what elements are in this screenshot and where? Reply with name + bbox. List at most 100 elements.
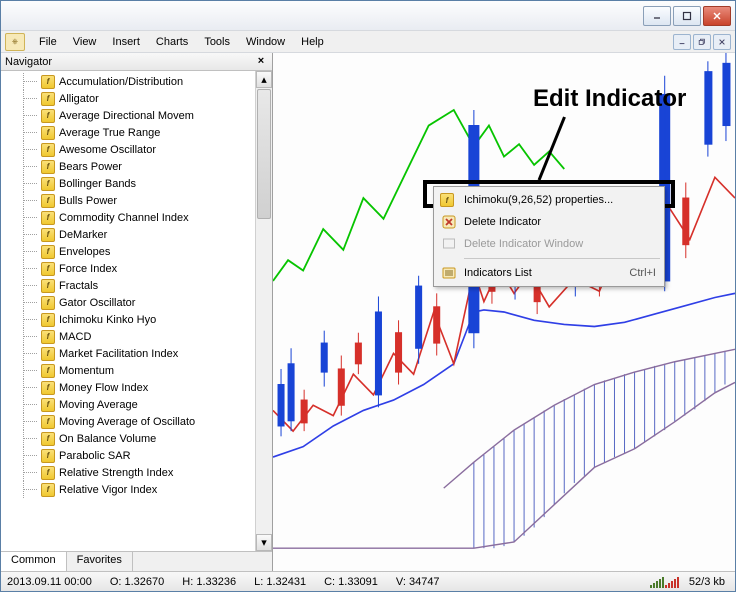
indicator-item[interactable]: f Ichimoku Kinko Hyo — [1, 311, 255, 328]
maximize-button[interactable] — [673, 6, 701, 26]
menu-item-delete-indicator[interactable]: Delete Indicator — [436, 211, 662, 233]
menubar: ⎈ File View Insert Charts Tools Window H… — [1, 31, 735, 53]
indicator-item[interactable]: f Bulls Power — [1, 192, 255, 209]
menu-item-delete-window: Delete Indicator Window — [436, 233, 662, 255]
mdi-restore-button[interactable] — [693, 34, 711, 50]
menu-charts[interactable]: Charts — [148, 34, 196, 50]
function-icon: f — [41, 449, 55, 463]
indicator-item[interactable]: fOn Balance Volume — [1, 430, 255, 447]
function-icon: f — [41, 466, 55, 480]
status-open: O: 1.32670 — [110, 576, 164, 588]
titlebar — [1, 1, 735, 31]
indicator-item[interactable]: fAverage True Range — [1, 124, 255, 141]
indicator-item[interactable]: f Moving Average of Oscillato — [1, 413, 255, 430]
indicator-label: Parabolic SAR — [59, 450, 131, 462]
properties-icon: f — [440, 192, 458, 208]
indicator-label: Envelopes — [59, 246, 110, 258]
function-icon: f — [41, 92, 55, 106]
app-window: ⎈ File View Insert Charts Tools Window H… — [0, 0, 736, 592]
delete-icon — [440, 214, 458, 230]
indicator-label: Ichimoku Kinko Hyo — [59, 314, 156, 326]
menu-file[interactable]: File — [31, 34, 65, 50]
indicator-label: Force Index — [59, 263, 117, 275]
indicator-item[interactable]: f Parabolic SAR — [1, 447, 255, 464]
function-icon: f — [41, 228, 55, 242]
app-icon: ⎈ — [5, 33, 25, 51]
tab-common[interactable]: Common — [1, 552, 67, 571]
menu-item-label: Indicators List — [464, 267, 629, 279]
indicator-label: MACD — [59, 331, 91, 343]
function-icon: f — [41, 347, 55, 361]
indicator-item[interactable]: fRelative Strength Index — [1, 464, 255, 481]
navigator-close-button[interactable]: × — [254, 55, 268, 69]
indicator-item[interactable]: f Bollinger Bands — [1, 175, 255, 192]
function-icon: f — [41, 313, 55, 327]
navigator-header: Navigator × — [1, 53, 272, 71]
menu-help[interactable]: Help — [293, 34, 332, 50]
indicator-item[interactable]: f DeMarker — [1, 226, 255, 243]
menu-window[interactable]: Window — [238, 34, 293, 50]
indicator-item[interactable]: f Alligator — [1, 90, 255, 107]
function-icon: f — [41, 398, 55, 412]
indicator-item[interactable]: fCommodity Channel Index — [1, 209, 255, 226]
indicator-label: Awesome Oscillator — [59, 144, 156, 156]
close-button[interactable] — [703, 6, 731, 26]
tab-favorites[interactable]: Favorites — [67, 552, 133, 571]
navigator-tabs: Common Favorites — [1, 551, 272, 571]
indicator-item[interactable]: fAwesome Oscillator — [1, 141, 255, 158]
indicator-item[interactable]: fAccumulation/Distribution — [1, 73, 255, 90]
status-close: C: 1.33091 — [324, 576, 378, 588]
navigator-tree[interactable]: fAccumulation/DistributionfAlligatorfAve… — [1, 71, 255, 551]
content: Navigator × fAccumulation/DistributionfA… — [1, 53, 735, 571]
menu-view[interactable]: View — [65, 34, 105, 50]
indicator-item[interactable]: fRelative Vigor Index — [1, 481, 255, 498]
navigator-scrollbar[interactable]: ▴ ▾ — [255, 71, 272, 551]
indicator-item[interactable]: fMACD — [1, 328, 255, 345]
context-menu: f Ichimoku(9,26,52) properties... Delete… — [433, 186, 665, 287]
indicator-item[interactable]: fBears Power — [1, 158, 255, 175]
function-icon: f — [41, 415, 55, 429]
scroll-down-button[interactable]: ▾ — [256, 534, 272, 551]
menu-tools[interactable]: Tools — [196, 34, 238, 50]
indicator-item[interactable]: f Fractals — [1, 277, 255, 294]
indicator-label: Bollinger Bands — [59, 178, 136, 190]
function-icon: f — [41, 194, 55, 208]
function-icon: f — [41, 109, 55, 123]
indicator-label: DeMarker — [59, 229, 107, 241]
menu-item-indicators-list[interactable]: Indicators List Ctrl+I — [436, 262, 662, 284]
indicator-label: On Balance Volume — [59, 433, 156, 445]
function-icon: f — [41, 279, 55, 293]
function-icon: f — [41, 381, 55, 395]
menu-item-properties[interactable]: f Ichimoku(9,26,52) properties... — [436, 189, 662, 211]
chart-svg — [273, 53, 735, 571]
scroll-thumb[interactable] — [257, 89, 271, 219]
menu-insert[interactable]: Insert — [104, 34, 148, 50]
function-icon: f — [41, 296, 55, 310]
indicator-item[interactable]: fMarket Facilitation Index — [1, 345, 255, 362]
mdi-close-button[interactable] — [713, 34, 731, 50]
indicator-item[interactable]: fAverage Directional Movem — [1, 107, 255, 124]
navigator-panel: Navigator × fAccumulation/DistributionfA… — [1, 53, 273, 571]
indicator-item[interactable]: f Gator Oscillator — [1, 294, 255, 311]
indicator-label: Accumulation/Distribution — [59, 76, 183, 88]
indicator-label: Alligator — [59, 93, 99, 105]
chart-area[interactable]: Edit Indicator f Ichimoku(9,26,52) prope… — [273, 53, 735, 571]
indicator-label: Bulls Power — [59, 195, 117, 207]
indicator-label: Fractals — [59, 280, 98, 292]
menu-item-shortcut: Ctrl+I — [629, 267, 656, 279]
indicator-label: Moving Average of Oscillato — [59, 416, 195, 428]
indicator-label: Commodity Channel Index — [59, 212, 189, 224]
function-icon: f — [41, 177, 55, 191]
indicator-item[interactable]: fEnvelopes — [1, 243, 255, 260]
menu-item-label: Delete Indicator — [464, 216, 656, 228]
indicator-label: Gator Oscillator — [59, 297, 135, 309]
indicator-label: Momentum — [59, 365, 114, 377]
minimize-button[interactable] — [643, 6, 671, 26]
scroll-up-button[interactable]: ▴ — [256, 71, 272, 88]
indicator-item[interactable]: f Force Index — [1, 260, 255, 277]
mdi-minimize-button[interactable] — [673, 34, 691, 50]
function-icon: f — [41, 262, 55, 276]
indicator-item[interactable]: fMoney Flow Index — [1, 379, 255, 396]
indicator-item[interactable]: fMoving Average — [1, 396, 255, 413]
indicator-item[interactable]: fMomentum — [1, 362, 255, 379]
